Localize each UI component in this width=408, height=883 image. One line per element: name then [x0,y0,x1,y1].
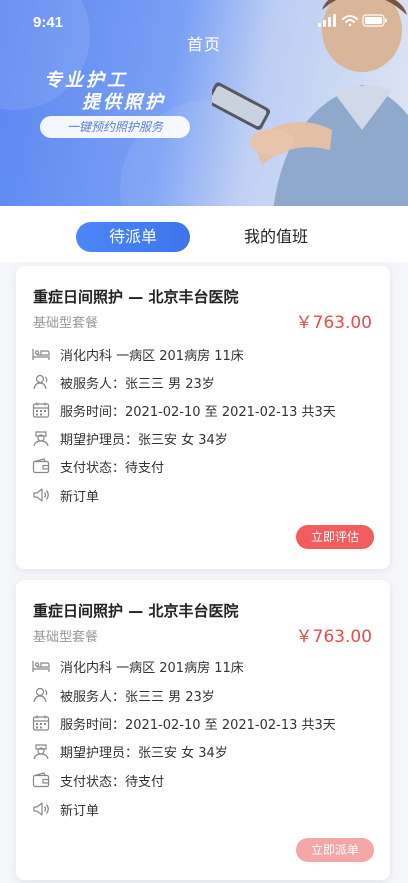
battery-icon [362,14,387,27]
package-label: 基础型套餐 [33,316,99,331]
info-row-order-status: 新订单 [32,799,99,819]
status-icons [318,14,387,27]
caregiver-text: 期望护理员：张三安 女 34岁 [60,745,228,761]
hospital-bed-icon [32,661,50,672]
user-icon [33,374,48,390]
info-row-service-time: 服务时间：2021-02-10 至 2021-02-13 共3天 [32,400,336,420]
wifi-icon [342,15,358,27]
order-status-text: 新订单 [60,803,100,819]
nurse-icon [33,431,49,447]
speaker-icon [33,802,49,816]
page-title: 首页 [186,35,221,54]
signal-icon [318,14,336,27]
dispatch-now-button[interactable]: 立即派单 [296,838,374,862]
order-title: 重症日间照护 — 北京丰台医院 [33,602,239,620]
info-row-service-time: 服务时间：2021-02-10 至 2021-02-13 共3天 [32,713,336,733]
info-row-payment: 支付状态：待支付 [32,770,164,790]
payment-status-text: 支付状态：待支付 [60,460,165,476]
package-label: 基础型套餐 [33,630,99,645]
info-row-caregiver: 期望护理员：张三安 女 34岁 [32,741,228,761]
nurse-icon [33,744,49,760]
client-text: 被服务人：张三三 男 23岁 [60,376,215,392]
tab-pending-dispatch[interactable]: 待派单 [76,222,190,252]
book-service-button[interactable]: 一键预约照护服务 [40,116,190,138]
order-status-text: 新订单 [60,489,100,505]
service-time-text: 服务时间：2021-02-10 至 2021-02-13 共3天 [60,404,336,420]
payment-status-text: 支付状态：待支付 [60,774,165,790]
info-row-caregiver: 期望护理员：张三安 女 34岁 [32,428,228,448]
info-row-location: 消化内科 一病区 201病房 11床 [32,656,244,676]
calendar-icon [32,715,50,731]
user-icon [33,687,48,703]
location-text: 消化内科 一病区 201病房 11床 [60,348,244,364]
info-row-client: 被服务人：张三三 男 23岁 [32,372,215,392]
order-price: ￥763.00 [295,627,372,647]
order-title: 重症日间照护 — 北京丰台医院 [33,288,239,306]
order-card[interactable]: 重症日间照护 — 北京丰台医院 基础型套餐 ￥763.00 消化内科 一病区 2… [16,580,390,880]
client-text: 被服务人：张三三 男 23岁 [60,689,215,705]
caregiver-text: 期望护理员：张三安 女 34岁 [60,432,228,448]
wallet-icon [32,772,50,788]
slogan-line2: 提供照护 [82,92,166,113]
hero-banner: 9:41 首页 专业护工 提供照护 一键预约照护服务 [0,0,408,206]
order-card[interactable]: 重症日间照护 — 北京丰台医院 基础型套餐 ￥763.00 消化内科 一病区 2… [16,266,390,569]
wallet-icon [32,458,50,474]
location-text: 消化内科 一病区 201病房 11床 [60,660,244,676]
hospital-bed-icon [32,349,50,360]
status-time: 9:41 [33,14,64,31]
calendar-icon [32,402,50,418]
speaker-icon [33,488,49,502]
tab-my-shifts[interactable]: 我的值班 [230,222,322,252]
info-row-order-status: 新订单 [32,485,99,505]
info-row-location: 消化内科 一病区 201病房 11床 [32,344,244,364]
info-row-payment: 支付状态：待支付 [32,456,164,476]
assess-now-button[interactable]: 立即评估 [296,525,374,549]
service-time-text: 服务时间：2021-02-10 至 2021-02-13 共3天 [60,717,336,733]
order-price: ￥763.00 [295,313,372,333]
tab-bar: 待派单 我的值班 [0,206,408,262]
info-row-client: 被服务人：张三三 男 23岁 [32,685,215,705]
